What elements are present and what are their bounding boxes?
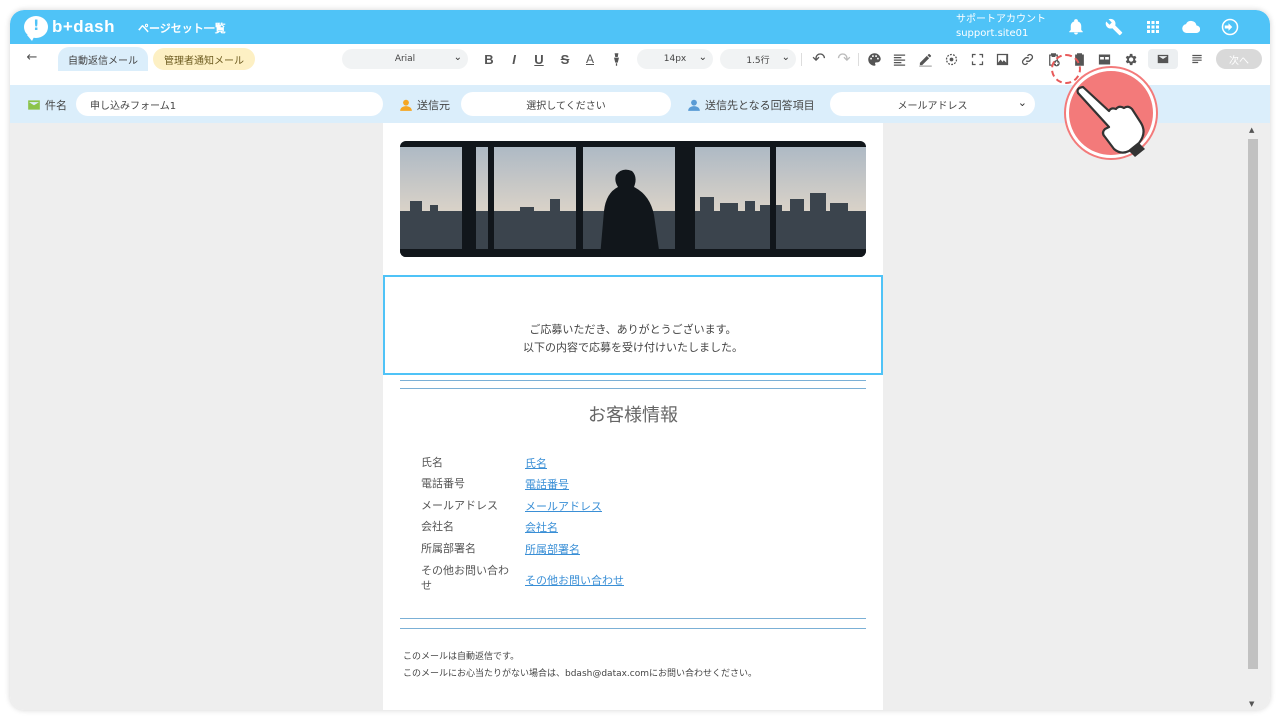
subject-input[interactable]: 申し込みフォーム1 — [76, 92, 383, 116]
top-header: ! b+dash ページセット一覧 サポートアカウント support.site… — [10, 10, 1270, 44]
recipient-select[interactable]: メールアドレス ⌄ — [830, 92, 1035, 116]
logout-icon[interactable] — [1219, 17, 1241, 37]
tab-admin-notification[interactable]: 管理者通知メール — [153, 48, 255, 70]
sender-label-text: 送信元 — [417, 99, 450, 112]
text-color-icon[interactable]: A — [581, 50, 599, 68]
italic-icon[interactable]: I — [505, 50, 523, 68]
toolbar-divider — [858, 53, 859, 66]
line-height-value: 1.5行 — [746, 55, 770, 66]
info-value-link[interactable]: 会社名 — [525, 519, 558, 535]
footer-line-1: このメールは自動返信です。 — [403, 652, 520, 662]
bell-icon[interactable] — [1065, 17, 1087, 37]
mail-view-icon[interactable] — [1148, 49, 1178, 69]
divider — [400, 628, 866, 629]
sender-label: 送信元 — [399, 97, 450, 113]
wrench-icon[interactable] — [1103, 17, 1125, 37]
greeting-block[interactable]: ご応募いただき、ありがとうございます。 以下の内容で応募を受け付けいたしました。 — [383, 275, 883, 375]
greeting-line-2: 以下の内容で応募を受け付けいたしました。 — [523, 341, 743, 354]
logo-text: b+dash — [52, 17, 115, 36]
pen-icon[interactable] — [916, 50, 934, 68]
account-info[interactable]: サポートアカウント support.site01 — [956, 13, 1046, 41]
table-icon[interactable] — [1095, 50, 1113, 68]
align-left-icon[interactable] — [890, 50, 908, 68]
account-site: support.site01 — [956, 28, 1029, 39]
redo-icon[interactable]: ↷ — [835, 50, 853, 68]
info-value-link[interactable]: 所属部署名 — [525, 541, 580, 557]
font-size-select[interactable]: 14px ⌄ — [637, 49, 713, 69]
footer-line-2: このメールにお心当たりがない場合は、bdash@datax.comにお問い合わせ… — [403, 669, 758, 679]
info-value-link[interactable]: 電話番号 — [525, 476, 569, 492]
scrollbar-thumb[interactable] — [1248, 139, 1258, 669]
undo-icon[interactable]: ↶ — [810, 50, 828, 68]
person-icon — [400, 99, 412, 111]
recipient-label: 送信先となる回答項目 — [687, 97, 815, 113]
logo[interactable]: ! b+dash — [24, 15, 115, 41]
email-body: ご応募いただき、ありがとうございます。 以下の内容で応募を受け付けいたしました。… — [383, 123, 883, 710]
subject-label: 件名 — [27, 97, 67, 113]
recipient-label-text: 送信先となる回答項目 — [705, 99, 815, 112]
app-window: ! b+dash ページセット一覧 サポートアカウント support.site… — [10, 10, 1270, 710]
greeting-line-1: ご応募いただき、ありがとうございます。 — [529, 323, 737, 336]
palette-icon[interactable] — [865, 50, 883, 68]
strikethrough-icon[interactable]: S — [556, 50, 574, 68]
info-label: 会社名 — [421, 520, 454, 533]
divider — [400, 618, 866, 619]
sender-select[interactable]: 選択してください — [461, 92, 671, 116]
info-label: メールアドレス — [421, 499, 498, 512]
subject-label-text: 件名 — [45, 99, 67, 112]
scroll-up-icon[interactable]: ▲ — [1249, 126, 1254, 134]
recipient-value: メールアドレス — [897, 100, 968, 112]
line-height-select[interactable]: 1.5行 ⌄ — [720, 49, 796, 69]
header-image[interactable] — [400, 141, 866, 257]
account-name: サポートアカウント — [956, 14, 1046, 25]
info-value-link[interactable]: 氏名 — [525, 455, 547, 471]
chevron-down-icon: ⌄ — [453, 52, 462, 63]
page-set-list-link[interactable]: ページセット一覧 — [138, 20, 226, 36]
underline-icon[interactable]: U — [530, 50, 548, 68]
highlight-icon[interactable] — [607, 50, 625, 68]
next-button[interactable]: 次へ — [1216, 49, 1262, 69]
font-family-select[interactable]: Arial ⌄ — [342, 49, 468, 69]
info-label: 所属部署名 — [421, 542, 476, 555]
person-icon — [688, 99, 700, 111]
editor-canvas: ご応募いただき、ありがとうございます。 以下の内容で応募を受け付けいたしました。… — [10, 123, 1270, 710]
chevron-down-icon: ⌄ — [698, 52, 707, 63]
info-value-link[interactable]: メールアドレス — [525, 498, 602, 514]
logo-bubble-icon: ! — [24, 16, 48, 41]
toolbar-divider — [801, 53, 802, 66]
image-icon[interactable] — [993, 50, 1011, 68]
chevron-down-icon: ⌄ — [781, 52, 790, 63]
mail-icon — [28, 100, 40, 110]
info-label: 電話番号 — [421, 477, 465, 490]
tab-auto-reply[interactable]: 自動返信メール — [58, 47, 148, 71]
chevron-down-icon: ⌄ — [1017, 96, 1027, 109]
text-view-icon[interactable] — [1182, 49, 1212, 69]
link-icon[interactable] — [1018, 50, 1036, 68]
fullscreen-icon[interactable] — [968, 50, 986, 68]
font-family-value: Arial — [394, 54, 416, 64]
back-arrow-icon[interactable]: ← — [24, 50, 40, 68]
gear-icon[interactable] — [1121, 50, 1139, 68]
cloud-icon[interactable] — [1180, 17, 1202, 37]
info-row: その他お問い合わせ その他お問い合わせ — [421, 563, 841, 595]
divider — [400, 380, 866, 381]
focus-icon[interactable] — [942, 50, 960, 68]
scroll-down-icon[interactable]: ▼ — [1249, 700, 1254, 708]
info-label: 氏名 — [421, 456, 443, 469]
grid-icon[interactable] — [1142, 17, 1164, 37]
editor-toolbar: ← 自動返信メール 管理者通知メール Arial ⌄ B I U S A 14p… — [10, 44, 1270, 74]
info-value-link[interactable]: その他お問い合わせ — [525, 572, 624, 588]
info-label: その他お問い合わせ — [421, 564, 509, 592]
section-title: お客様情報 — [588, 405, 678, 426]
font-size-value: 14px — [663, 54, 687, 64]
bold-icon[interactable]: B — [480, 50, 498, 68]
divider — [400, 388, 866, 389]
footer-text: このメールは自動返信です。 このメールにお心当たりがない場合は、bdash@da… — [403, 649, 757, 683]
pointing-hand-icon — [1066, 68, 1156, 158]
